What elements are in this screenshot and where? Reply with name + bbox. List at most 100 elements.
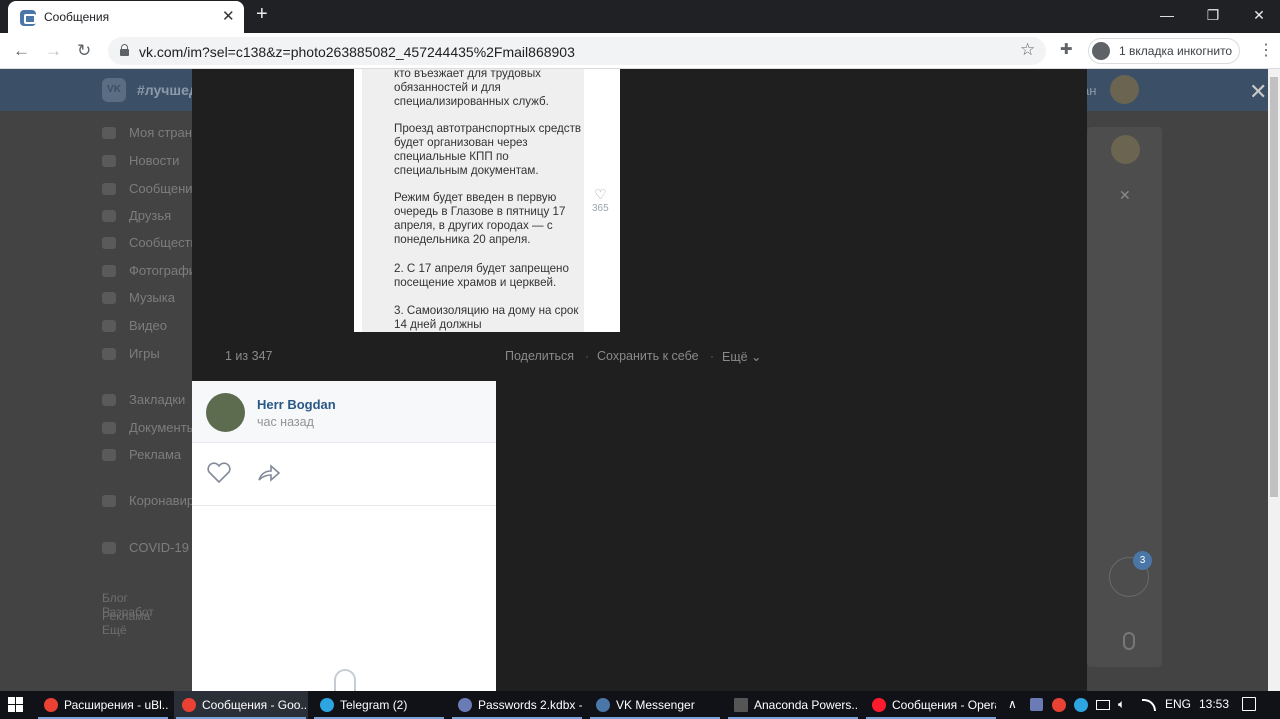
minimize-button[interactable]: — [1144, 4, 1190, 28]
volume-icon[interactable]: 🔈︎ [1118, 697, 1125, 712]
language-indicator[interactable]: ENG [1165, 697, 1191, 711]
wifi-icon[interactable] [1142, 699, 1156, 711]
new-tab-button[interactable]: + [256, 3, 268, 26]
virus-icon [102, 495, 116, 507]
messages-icon [102, 183, 116, 195]
like-button[interactable] [206, 462, 232, 487]
sidebar-item-photos[interactable]: Фотографии [100, 262, 203, 282]
reload-icon[interactable]: ↻ [77, 41, 91, 61]
megaphone-icon [102, 449, 116, 461]
taskbar-item-label: Сообщения - Goo... [202, 698, 306, 712]
sidebar-item-bookmarks[interactable]: Закладки [100, 391, 200, 411]
sidebar-item-label: Документы [129, 420, 197, 435]
telegram-tray-icon[interactable] [1074, 698, 1088, 712]
vk-icon [596, 698, 610, 712]
start-tile [16, 697, 23, 704]
taskbar-item-chrome-extensions[interactable]: Расширения - uBl... [36, 691, 170, 719]
sidebar-item-ads[interactable]: Реклама [100, 446, 200, 466]
chrome-icon [182, 698, 196, 712]
forward-icon[interactable]: → [45, 41, 62, 61]
incognito-indicator[interactable]: 1 вкладка инкогнито [1088, 38, 1240, 64]
close-icon[interactable]: ✕ [1119, 187, 1131, 204]
sidebar-item-messages[interactable]: Сообщения [100, 180, 200, 200]
photo-text-paragraph: Проезд автотранспортных средств будет ор… [394, 122, 582, 177]
maximize-button[interactable]: ❐ [1190, 4, 1236, 28]
more-menu-link[interactable]: Ещё ⌄ [722, 349, 762, 364]
home-icon [102, 127, 116, 139]
tab-close-icon[interactable]: ✕ [222, 7, 235, 25]
sidebar-item-label: Закладки [129, 392, 186, 407]
page-scrollbar[interactable] [1268, 69, 1280, 691]
chrome-tray-icon[interactable] [1052, 698, 1066, 712]
taskbar-item-telegram[interactable]: Telegram (2) [312, 691, 446, 719]
sidebar-item-label: Новости [129, 153, 180, 168]
clock[interactable]: 13:53 [1199, 697, 1229, 711]
browser-tab-active[interactable]: Сообщения ✕ [8, 1, 244, 33]
window-close-button[interactable]: ✕ [1236, 4, 1280, 28]
author-avatar[interactable] [206, 393, 245, 432]
video-icon [102, 320, 116, 332]
share-link[interactable]: Поделиться [505, 349, 574, 363]
viewer-close-icon[interactable]: ✕ [1249, 79, 1267, 105]
sidebar-item-music[interactable]: Музыка [100, 289, 200, 309]
avatar[interactable] [1111, 135, 1140, 164]
sidebar-item-label: Сообщения [129, 181, 200, 196]
author-name[interactable]: Herr Bogdan [257, 397, 336, 412]
scrollbar-thumb[interactable] [1270, 77, 1278, 497]
sidebar-item-video[interactable]: Видео [100, 317, 200, 337]
extensions-icon[interactable]: ✚ [1060, 40, 1073, 58]
post-time: час назад [257, 415, 314, 429]
lock-icon[interactable] [120, 44, 129, 56]
document-icon [102, 422, 116, 434]
taskbar-item-label: Anaconda Powers... [754, 698, 858, 712]
taskbar-item-keepass[interactable]: Passwords 2.kdbx -... [450, 691, 584, 719]
incognito-label: 1 вкладка инкогнито [1119, 44, 1233, 58]
photo-image[interactable]: кто въезжает для трудовых обязанностей и… [354, 69, 620, 332]
save-to-album-link[interactable]: Сохранить к себе [597, 349, 699, 363]
photo-content-card: кто въезжает для трудовых обязанностей и… [362, 69, 584, 332]
taskbar-item-label: Сообщения - Opera [892, 698, 996, 712]
keepass-tray-icon[interactable] [1030, 698, 1043, 711]
sidebar-item-label: COVID-19 [129, 540, 189, 555]
avatar[interactable] [1110, 75, 1139, 104]
start-tile [8, 697, 15, 704]
star-icon [102, 394, 116, 406]
separator-dot: · [585, 349, 589, 363]
share-button[interactable] [256, 462, 282, 487]
bookmark-star-icon[interactable]: ☆ [1020, 40, 1035, 60]
taskbar-item-opera[interactable]: Сообщения - Opera [864, 691, 998, 719]
sidebar-item-covid[interactable]: COVID-19 [100, 539, 200, 559]
sidebar-item-label: Видео [129, 318, 167, 333]
tray-expand-icon[interactable]: ∧ [1008, 697, 1017, 711]
taskbar-item-label: Расширения - uBl... [64, 698, 168, 712]
chrome-menu-icon[interactable]: ⋮ [1258, 40, 1274, 60]
sidebar-item-coronavirus[interactable]: Коронавирус [100, 492, 207, 512]
sidebar-item-communities[interactable]: Сообщества [100, 234, 205, 254]
sidebar-item-games[interactable]: Игры [100, 345, 200, 365]
vk-logo-icon[interactable]: VK [102, 78, 126, 102]
unread-badge: 3 [1133, 551, 1152, 570]
taskbar-item-vk-messenger[interactable]: VK Messenger [588, 691, 722, 719]
taskbar-item-chrome-messages[interactable]: Сообщения - Goo... [174, 691, 308, 719]
url-text[interactable]: vk.com/im?sel=c138&z=photo263885082_4572… [139, 44, 575, 60]
omnibox[interactable]: vk.com/im?sel=c138&z=photo263885082_4572… [108, 37, 1046, 65]
taskbar-item-anaconda[interactable]: Anaconda Powers... [726, 691, 860, 719]
back-icon[interactable]: ← [13, 41, 30, 61]
keepass-icon [458, 698, 472, 712]
sidebar-item-documents[interactable]: Документы [100, 419, 200, 439]
taskbar-item-label: Telegram (2) [340, 698, 408, 712]
windows-start-icon[interactable] [8, 697, 24, 713]
vk-search-text[interactable]: #лучшед [137, 82, 198, 98]
sidebar-item-news[interactable]: Новости [100, 152, 200, 172]
microphone-icon[interactable] [1123, 632, 1135, 650]
sidebar-item-friends[interactable]: Друзья [100, 207, 200, 227]
sidebar-item-my-page[interactable]: Моя страница [100, 124, 214, 144]
windows-taskbar: Расширения - uBl... Сообщения - Goo... T… [0, 691, 1280, 719]
divider [192, 505, 496, 506]
notifications-icon[interactable] [1242, 697, 1256, 711]
footer-links-2[interactable]: Реклама Ещё [102, 609, 150, 637]
photo-like-counter: ♡ 365 [592, 186, 609, 214]
camera-icon [102, 265, 116, 277]
incognito-icon [1092, 42, 1110, 60]
battery-icon[interactable] [1096, 700, 1110, 710]
